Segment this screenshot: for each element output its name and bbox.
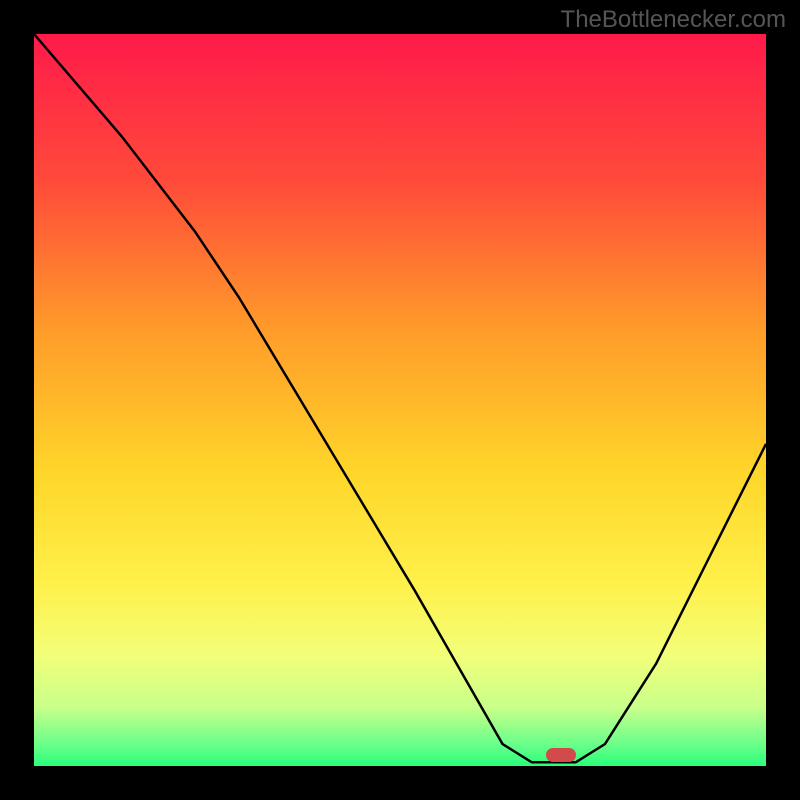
chart-container: TheBottlenecker.com: [0, 0, 800, 800]
optimal-marker: [546, 748, 576, 762]
bottleneck-curve: [34, 34, 766, 766]
plot-area: [34, 34, 766, 766]
watermark-text: TheBottlenecker.com: [561, 6, 786, 34]
